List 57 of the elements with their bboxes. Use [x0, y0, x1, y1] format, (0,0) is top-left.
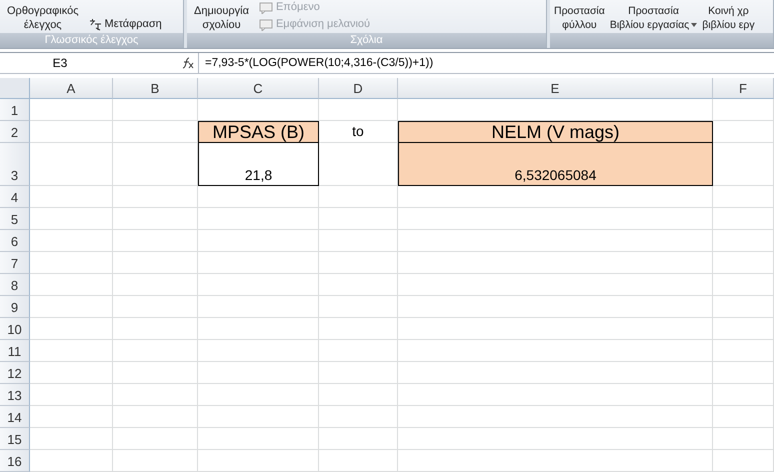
row-header[interactable]: 8 [0, 274, 30, 296]
column-header[interactable]: F [713, 78, 774, 99]
group-label: Σχόλια [187, 33, 546, 48]
group-label: Γλωσσικός έλεγχος [0, 33, 183, 48]
table-cell [713, 274, 774, 296]
column-header[interactable]: C [198, 78, 319, 99]
table-cell: 21,8 [198, 143, 319, 186]
caret-icon [691, 23, 698, 27]
table-cell: NELM (V mags) [398, 121, 713, 143]
table-cell [713, 143, 774, 186]
ribbon-button[interactable]: Ορθογραφικός έλεγχος [4, 4, 82, 32]
row-header[interactable]: 7 [0, 252, 30, 274]
table-cell [713, 340, 774, 362]
row-header[interactable]: 16 [0, 450, 30, 472]
ribbon-button[interactable]: Κοινή χρ βιβλίου εργ [700, 4, 757, 32]
row-header[interactable]: 13 [0, 384, 30, 406]
table-cell [713, 318, 774, 340]
row-header[interactable]: 5 [0, 208, 30, 230]
row-header[interactable]: 12 [0, 362, 30, 384]
table-cell [713, 362, 774, 384]
ribbon-button[interactable]: Προστασία φύλλου [552, 4, 607, 32]
ribbon-dropdown-button[interactable]: Προστασία Βιβλίου εργασίας [608, 4, 700, 32]
ribbon-button[interactable]: Δημιουργία σχολίου [191, 4, 252, 32]
table-cell [713, 252, 774, 274]
table-cell [713, 186, 774, 208]
translate-icon [88, 18, 102, 31]
row-header[interactable]: 2 [0, 121, 30, 143]
table-cell [713, 230, 774, 252]
column-header[interactable]: A [30, 78, 113, 99]
row-header[interactable]: 6 [0, 230, 30, 252]
row-header[interactable]: 11 [0, 340, 30, 362]
column-header[interactable]: B [113, 78, 198, 99]
table-cell [713, 450, 774, 472]
ribbon-button[interactable]: Μετάφραση [86, 17, 165, 32]
comment-icon [258, 18, 273, 30]
table-cell [713, 99, 774, 121]
row-header[interactable]: 10 [0, 318, 30, 340]
function-icon[interactable] [180, 57, 194, 69]
table-cell: MPSAS (B) [198, 121, 319, 143]
row-header[interactable]: 3 [0, 143, 30, 186]
comment-icon [258, 2, 273, 14]
row-header[interactable]: 9 [0, 296, 30, 318]
row-header[interactable]: 4 [0, 186, 30, 208]
table-cell [713, 208, 774, 230]
formula-field[interactable]: =7,93-5*(LOG(POWER(10;4,316-(C3/5))+1)) [198, 53, 774, 73]
column-header[interactable]: D [319, 78, 398, 99]
row-header[interactable]: 15 [0, 428, 30, 450]
table-cell [713, 296, 774, 318]
table-cell [713, 428, 774, 450]
name-box[interactable]: E3 [0, 56, 120, 70]
row-header[interactable]: 14 [0, 406, 30, 428]
column-header[interactable]: E [398, 78, 713, 99]
table-cell: 6,532065084 [398, 143, 713, 186]
row-header[interactable]: 1 [0, 99, 30, 121]
table-cell [713, 406, 774, 428]
table-cell [713, 121, 774, 143]
table-cell [713, 384, 774, 406]
